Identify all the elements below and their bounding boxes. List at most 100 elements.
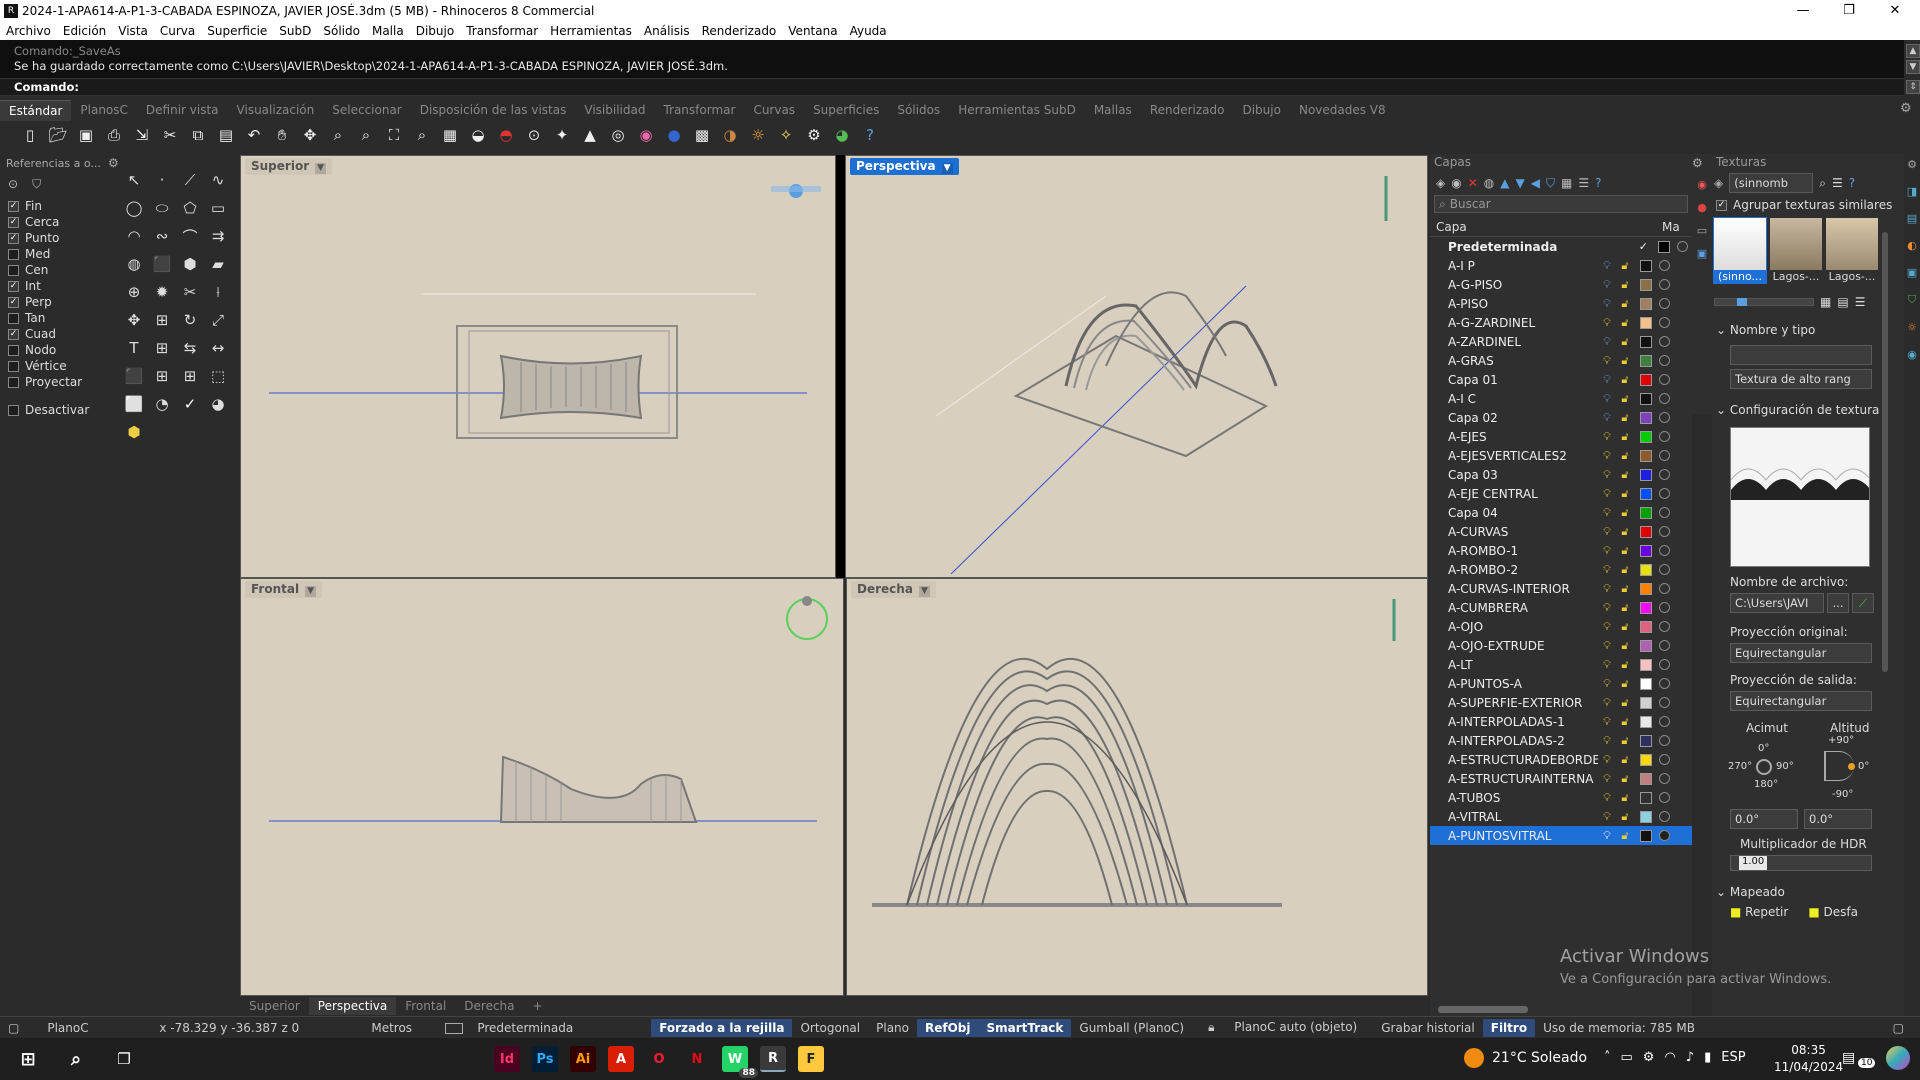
osnap-checkbox[interactable]: ✓ — [8, 296, 19, 308]
texture-selector[interactable]: (sinnomb — [1729, 173, 1814, 193]
osnap-disable[interactable]: Desactivar — [0, 402, 118, 418]
settings-gear-icon[interactable]: ⚙ — [1907, 158, 1917, 171]
layer-row[interactable]: A-VITRAL 💡︎ 🔓︎ — [1430, 807, 1692, 826]
battery-icon[interactable]: ▮ — [1704, 1050, 1711, 1065]
lock-icon[interactable]: 🔓︎ — [1616, 696, 1634, 710]
layer-name[interactable]: A-ROMBO-2 — [1430, 563, 1598, 577]
search-icon[interactable]: ⌕ — [1819, 176, 1826, 191]
layer-row[interactable]: Predeterminada ✓ — [1430, 237, 1692, 256]
layer-row[interactable]: A-OJO 💡︎ 🔓︎ — [1430, 617, 1692, 636]
material-icon[interactable]: ◑ — [718, 123, 742, 147]
osnap-cerca[interactable]: ✓ Cerca — [0, 214, 118, 230]
circle-icon[interactable]: ◯ — [122, 196, 146, 220]
sun-icon[interactable]: ☼ — [746, 123, 770, 147]
layer-color-swatch[interactable] — [1640, 373, 1652, 386]
layer-color-swatch[interactable] — [1640, 734, 1652, 747]
lock-icon[interactable]: 🔓︎ — [1616, 677, 1634, 691]
layer-color-swatch[interactable] — [1640, 582, 1652, 595]
menu-icon[interactable]: ☰ — [1832, 176, 1843, 190]
light-bulb-icon[interactable]: 💡︎ — [1598, 316, 1616, 330]
volume-icon[interactable]: ♪ — [1686, 1050, 1694, 1065]
layer-color-swatch[interactable] — [1640, 620, 1652, 633]
layer-color-swatch[interactable] — [1640, 658, 1652, 671]
layer-color-swatch[interactable] — [1640, 487, 1652, 500]
layouts-icon[interactable]: ▦ — [438, 123, 462, 147]
layer-color-swatch[interactable] — [1640, 829, 1652, 842]
layer-name[interactable]: A-OJO-EXTRUDE — [1430, 639, 1598, 653]
lock-icon[interactable]: 🔓︎ — [1616, 297, 1634, 311]
layer-material-swatch[interactable] — [1659, 526, 1670, 537]
delete-layer-icon[interactable]: ✕ — [1468, 176, 1478, 190]
layer-color-swatch[interactable] — [1640, 753, 1652, 766]
osnap-checkbox[interactable]: ✓ — [8, 232, 19, 244]
viewport-splitter-vertical[interactable] — [836, 155, 845, 578]
osnap-checkbox[interactable]: ✓ — [8, 328, 19, 340]
layer-name[interactable]: A-ESTRUCTURAINTERNA — [1430, 772, 1598, 786]
zoom-extents-icon[interactable]: ⛶ — [382, 123, 406, 147]
light-bulb-icon[interactable]: ✧ — [774, 123, 798, 147]
layer-name[interactable]: A-CURVAS — [1430, 525, 1598, 539]
car-icon[interactable]: ◓ — [494, 123, 518, 147]
thumb-size-slider[interactable] — [1714, 298, 1814, 306]
osnap-nodo[interactable]: Nodo — [0, 342, 118, 358]
rotate-icon[interactable]: ↻ — [178, 308, 202, 332]
help-icon[interactable]: ? — [1849, 176, 1855, 190]
light-bulb-icon[interactable]: 💡︎ — [1598, 734, 1616, 748]
osnap-checkbox[interactable] — [8, 376, 19, 388]
osnap-cuad[interactable]: ✓ Cuad — [0, 326, 118, 342]
layer-name[interactable]: A-ESTRUCTURADEBORDE — [1430, 753, 1598, 767]
layer-name[interactable]: A-ZARDINEL — [1430, 335, 1598, 349]
netflix-icon[interactable]: N — [684, 1046, 710, 1072]
help-icon[interactable]: ? — [1595, 176, 1601, 190]
lock-icon[interactable]: 🔓︎ — [1616, 430, 1634, 444]
lock-icon[interactable]: 🔓︎ — [1616, 278, 1634, 292]
hdr-slider[interactable]: 1.00 — [1730, 855, 1872, 871]
zoom-icon[interactable]: ⌕ — [326, 123, 350, 147]
split-icon[interactable]: ⟊ — [206, 280, 230, 304]
highlight-icon[interactable]: ⬢ — [122, 420, 146, 444]
curve-icon[interactable]: ∿ — [206, 168, 230, 192]
toolbar-tab[interactable]: Curvas — [744, 100, 804, 120]
hdr-value[interactable]: 1.00 — [1739, 856, 1767, 870]
point-icon[interactable]: · — [150, 168, 174, 192]
layer-color-swatch[interactable] — [1640, 354, 1652, 367]
surface-icon[interactable]: ▰ — [206, 252, 230, 276]
toolbar-tab[interactable]: Herramientas SubD — [949, 100, 1085, 120]
layer-material-swatch[interactable] — [1659, 735, 1670, 746]
toolbar-tab[interactable]: Visibilidad — [575, 100, 654, 120]
layer-horizontal-scrollbar[interactable] — [1438, 1006, 1528, 1013]
layer-material-swatch[interactable] — [1659, 583, 1670, 594]
menu-item[interactable]: Malla — [366, 24, 410, 38]
layer-material-swatch[interactable] — [1659, 374, 1670, 385]
layer-name[interactable]: A-CURVAS-INTERIOR — [1430, 582, 1598, 596]
texture-thumbnail[interactable]: Lagos-... — [1826, 218, 1878, 283]
matrix-icon[interactable]: ⊞ — [178, 364, 202, 388]
layer-color-swatch[interactable] — [1640, 449, 1652, 462]
task-view-icon[interactable]: ❐ — [106, 1041, 142, 1077]
ellipse-icon[interactable]: ⬭ — [150, 196, 174, 220]
pan-icon[interactable]: ✋︎ — [270, 123, 294, 147]
lock-icon[interactable]: 🔓︎ — [1616, 335, 1634, 349]
lock-icon[interactable]: 🔓︎ — [1616, 791, 1634, 805]
layer-material-swatch[interactable] — [1659, 412, 1670, 423]
layer-color-swatch[interactable] — [1640, 810, 1652, 823]
light-bulb-icon[interactable]: 💡︎ — [1598, 715, 1616, 729]
layer-material-swatch[interactable] — [1659, 697, 1670, 708]
layer-row[interactable]: Capa 03 💡︎ 🔓︎ — [1430, 465, 1692, 484]
light-bulb-icon[interactable]: 💡︎ — [1598, 468, 1616, 482]
panel-toggle-icon[interactable]: ▢ — [0, 1021, 27, 1035]
layer-material-swatch[interactable] — [1659, 659, 1670, 670]
rotate-view-icon[interactable]: ✥ — [298, 123, 322, 147]
toolbar-tab[interactable]: Disposición de las vistas — [411, 100, 576, 120]
layers-settings-gear-icon[interactable]: ⚙ — [1692, 156, 1703, 170]
check-icon[interactable]: ✓ — [178, 392, 202, 416]
render-preview-icon[interactable]: ◕ — [206, 392, 230, 416]
layer-color-swatch[interactable] — [1640, 639, 1652, 652]
layer-grid-icon[interactable]: ▦ — [1561, 176, 1572, 190]
status-ortho[interactable]: Ortogonal — [792, 1021, 868, 1035]
layer-color-swatch[interactable] — [1640, 335, 1652, 348]
layer-material-swatch[interactable] — [1659, 336, 1670, 347]
texture-type-icon[interactable]: ◈ — [1714, 176, 1723, 190]
layer-row[interactable]: A-G-PISO 💡︎ 🔓︎ — [1430, 275, 1692, 294]
toolbar-tab[interactable]: Renderizado — [1141, 100, 1234, 120]
